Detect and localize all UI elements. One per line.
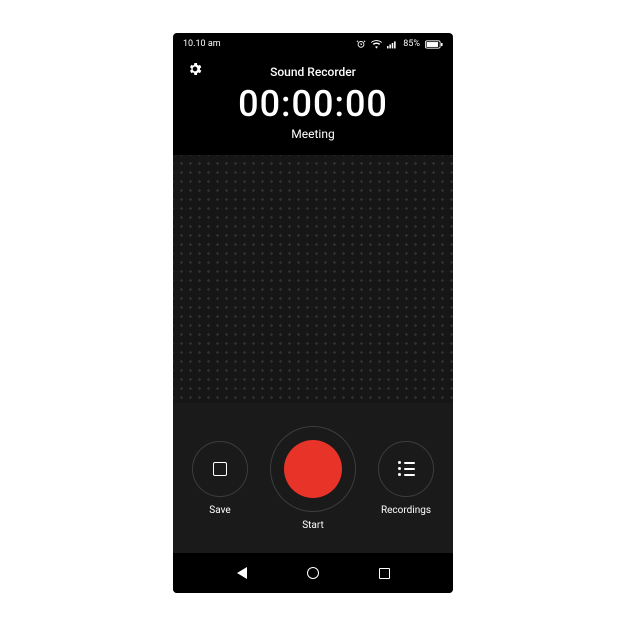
list-icon xyxy=(398,461,415,476)
save-control: Save xyxy=(192,441,248,516)
session-name: Meeting xyxy=(291,127,334,141)
nav-back-icon[interactable] xyxy=(237,567,247,579)
nav-home-icon[interactable] xyxy=(307,567,319,579)
battery-icon xyxy=(425,40,443,49)
signal-icon xyxy=(387,40,398,49)
app-title: Sound Recorder xyxy=(270,65,356,79)
record-icon xyxy=(284,440,342,498)
stop-icon xyxy=(213,462,227,476)
nav-recent-icon[interactable] xyxy=(379,568,390,579)
waveform-panel xyxy=(173,155,453,403)
recordings-label: Recordings xyxy=(381,505,431,516)
status-time: 10.10 am xyxy=(183,39,221,49)
save-button[interactable] xyxy=(192,441,248,497)
timer-display: 00:00:00 xyxy=(238,83,388,125)
recordings-control: Recordings xyxy=(378,441,434,516)
header: Sound Recorder 00:00:00 Meeting xyxy=(173,55,453,155)
start-label: Start xyxy=(302,520,324,531)
start-control: Start xyxy=(270,426,356,531)
save-label: Save xyxy=(209,505,230,516)
android-navbar xyxy=(173,553,453,593)
start-button[interactable] xyxy=(270,426,356,512)
battery-percent: 85% xyxy=(403,39,420,49)
phone-frame: 10.10 am 85% Sound Recorder 00:00:00 Mee… xyxy=(173,33,453,593)
alarm-icon xyxy=(356,39,366,49)
gear-icon[interactable] xyxy=(187,61,203,81)
controls-bar: Save Start Recordings xyxy=(173,403,453,553)
wifi-icon xyxy=(371,40,382,49)
recordings-button[interactable] xyxy=(378,441,434,497)
status-bar: 10.10 am 85% xyxy=(173,33,453,55)
